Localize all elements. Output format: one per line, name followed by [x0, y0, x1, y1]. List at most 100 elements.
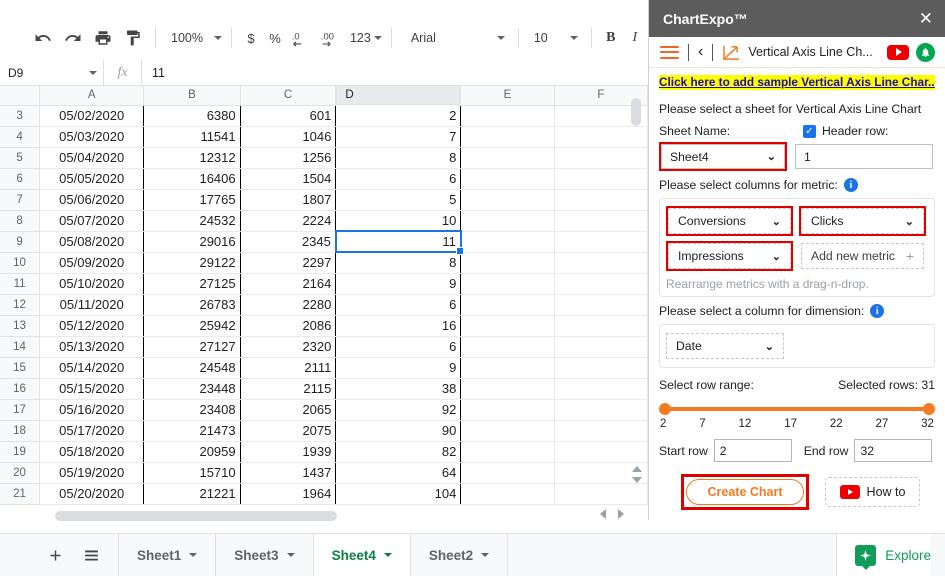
- cell-b[interactable]: 27127: [143, 336, 241, 358]
- cell-b[interactable]: 23448: [143, 378, 241, 400]
- cell-c[interactable]: 2065: [240, 399, 337, 421]
- cell-b[interactable]: 23408: [143, 399, 241, 421]
- cell-d[interactable]: 11: [334, 230, 465, 256]
- paint-format-icon[interactable]: [118, 23, 148, 53]
- undo-icon[interactable]: [28, 23, 58, 53]
- header-row-checkbox[interactable]: ✓: [803, 124, 816, 138]
- chevron-down-icon[interactable]: [481, 553, 490, 557]
- row-header[interactable]: 5: [0, 146, 41, 169]
- print-icon[interactable]: [88, 23, 118, 53]
- cell-c[interactable]: 2320: [240, 336, 337, 358]
- cell-c[interactable]: 2075: [240, 420, 337, 442]
- explore-button[interactable]: Explore: [836, 534, 931, 576]
- cell-d[interactable]: 8: [335, 147, 462, 169]
- scroll-left-icon[interactable]: [600, 509, 606, 519]
- row-header[interactable]: 18: [0, 419, 41, 442]
- cell-b[interactable]: 12312: [143, 147, 241, 169]
- row-header[interactable]: 7: [0, 188, 41, 211]
- row-header[interactable]: 3: [0, 104, 41, 127]
- cell-a[interactable]: 05/10/2020: [39, 273, 145, 295]
- info-icon[interactable]: i: [870, 304, 885, 318]
- cell-c[interactable]: 2115: [240, 378, 337, 400]
- row-header[interactable]: 19: [0, 440, 41, 463]
- font-family-selector[interactable]: Arial: [403, 25, 511, 51]
- cell-e[interactable]: [460, 357, 555, 379]
- font-size-selector[interactable]: 10: [526, 25, 584, 51]
- row-header[interactable]: 4: [0, 125, 41, 148]
- add-sheet-button[interactable]: [42, 542, 68, 568]
- slider-handle-start[interactable]: [659, 403, 671, 415]
- end-row-input[interactable]: 32: [854, 439, 933, 462]
- cell-a[interactable]: 05/16/2020: [39, 399, 145, 421]
- cell-a[interactable]: 05/18/2020: [39, 441, 145, 463]
- chevron-down-icon[interactable]: [189, 553, 198, 557]
- column-header-b[interactable]: B: [143, 86, 241, 106]
- bold-button[interactable]: B: [599, 25, 623, 51]
- cell-a[interactable]: 05/02/2020: [39, 105, 145, 127]
- cell-b[interactable]: 16406: [143, 168, 241, 190]
- cell-a[interactable]: 05/14/2020: [39, 357, 145, 379]
- cell-c[interactable]: 2111: [240, 357, 337, 379]
- redo-icon[interactable]: [58, 23, 88, 53]
- cell-a[interactable]: 05/04/2020: [39, 147, 145, 169]
- cell-b[interactable]: 11541: [143, 126, 241, 148]
- cell-d[interactable]: 82: [335, 441, 462, 463]
- cell-a[interactable]: 05/13/2020: [39, 336, 145, 358]
- row-header[interactable]: 11: [0, 272, 41, 295]
- cell-d[interactable]: 5: [335, 189, 462, 211]
- info-icon[interactable]: i: [843, 178, 858, 192]
- cell-d[interactable]: 8: [335, 252, 462, 274]
- scroll-down-icon[interactable]: [632, 477, 642, 483]
- youtube-icon[interactable]: [887, 44, 909, 60]
- cell-e[interactable]: [460, 441, 555, 463]
- start-row-input[interactable]: 2: [713, 439, 792, 462]
- row-header[interactable]: 14: [0, 335, 41, 358]
- back-chevron-icon[interactable]: ‹: [698, 44, 703, 60]
- horizontal-scrollbar-thumb[interactable]: [55, 511, 337, 521]
- cell-a[interactable]: 05/20/2020: [39, 483, 145, 505]
- cell-b[interactable]: 29122: [143, 252, 241, 274]
- cell-c[interactable]: 601: [240, 105, 337, 127]
- hamburger-icon[interactable]: [660, 45, 679, 59]
- cell-b[interactable]: 25942: [143, 315, 241, 337]
- decrease-decimal-button[interactable]: .0: [287, 23, 317, 53]
- cell-e[interactable]: [460, 336, 555, 358]
- cell-d[interactable]: 7: [335, 126, 462, 148]
- sheet-tab-sheet4[interactable]: Sheet4: [313, 534, 411, 576]
- cell-d[interactable]: 10: [335, 210, 462, 232]
- cell-e[interactable]: [460, 420, 555, 442]
- cell-d[interactable]: 9: [335, 273, 462, 295]
- column-header-d[interactable]: D: [336, 86, 461, 105]
- cell-e[interactable]: [460, 483, 555, 505]
- cell-c[interactable]: 1964: [240, 483, 337, 505]
- percent-format-button[interactable]: %: [263, 25, 287, 51]
- dimension-select[interactable]: Date ⌄: [666, 333, 784, 359]
- increase-decimal-button[interactable]: .00: [317, 23, 347, 53]
- row-header[interactable]: 6: [0, 167, 41, 190]
- cell-e[interactable]: [460, 252, 555, 274]
- sample-data-link[interactable]: Click here to add sample Vertical Axis L…: [659, 75, 935, 90]
- cell-e[interactable]: [460, 105, 555, 127]
- cell-d[interactable]: 92: [335, 399, 462, 421]
- how-to-button[interactable]: How to: [825, 477, 920, 507]
- cell-b[interactable]: 29016: [143, 231, 241, 253]
- cell-a[interactable]: 05/08/2020: [39, 231, 145, 253]
- row-header[interactable]: 10: [0, 251, 41, 274]
- cell-c[interactable]: 2280: [240, 294, 337, 316]
- vertical-scrollbar-thumb[interactable]: [631, 98, 641, 126]
- cell-e[interactable]: [460, 168, 555, 190]
- scroll-right-icon[interactable]: [618, 509, 624, 519]
- cell-b[interactable]: 24548: [143, 357, 241, 379]
- cell-d[interactable]: 6: [335, 336, 462, 358]
- cell-c[interactable]: 2345: [240, 231, 337, 253]
- vertical-scroll-arrows[interactable]: [628, 466, 646, 508]
- cell-a[interactable]: 05/12/2020: [39, 315, 145, 337]
- cell-b[interactable]: 20959: [143, 441, 241, 463]
- header-row-input[interactable]: 1: [795, 144, 933, 169]
- sheet-tab-sheet2[interactable]: Sheet2: [411, 534, 509, 576]
- row-header[interactable]: 15: [0, 356, 41, 379]
- row-header[interactable]: 13: [0, 314, 41, 337]
- cell-a[interactable]: 05/06/2020: [39, 189, 145, 211]
- cell-e[interactable]: [460, 378, 555, 400]
- cell-a[interactable]: 05/07/2020: [39, 210, 145, 232]
